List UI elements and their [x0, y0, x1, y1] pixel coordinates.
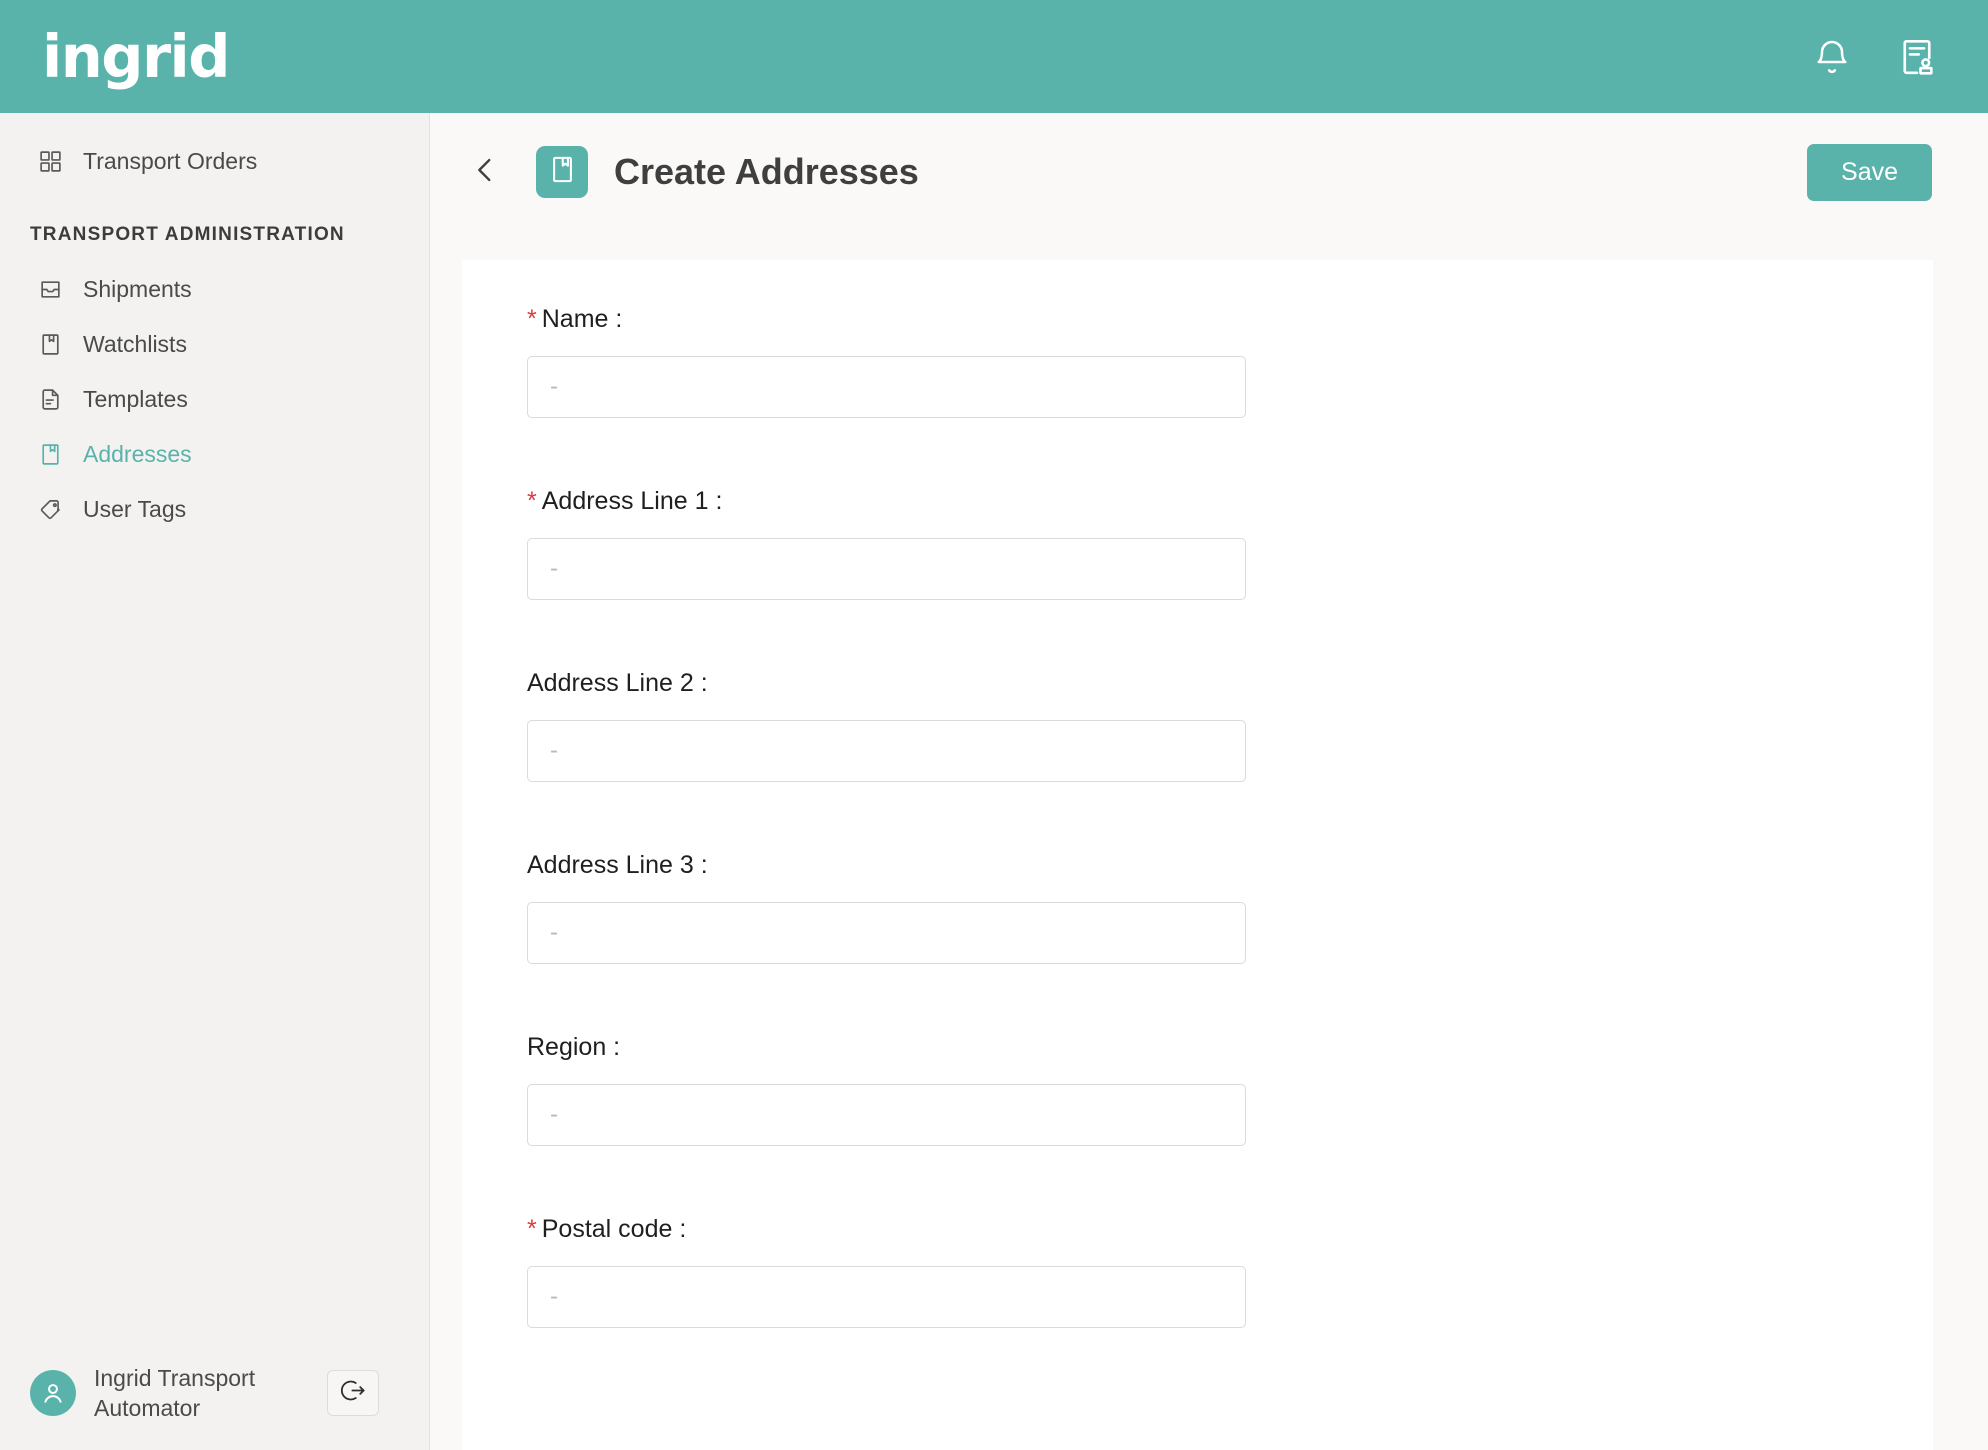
sidebar-item-label: Templates	[83, 386, 188, 412]
form-field-address-line-3: Address Line 3 :	[462, 850, 1933, 964]
address-form-card: *Name : *Address Line 1 : Address Line 2…	[462, 260, 1933, 1450]
save-button[interactable]: Save	[1807, 143, 1932, 201]
address-book-icon	[37, 442, 63, 468]
field-label: Address Line 3 :	[527, 850, 1933, 880]
sidebar-item-label: Addresses	[83, 441, 192, 467]
field-spacer	[462, 782, 1933, 850]
file-lines-icon	[37, 387, 63, 413]
main-content: Create Addresses Save *Name : *Address L…	[430, 113, 1988, 1450]
sidebar: Transport Orders TRANSPORT ADMINISTRATIO…	[0, 113, 430, 1450]
address-line-3-input[interactable]	[527, 902, 1246, 964]
form-field-region: Region :	[462, 1032, 1933, 1146]
field-spacer	[462, 1328, 1933, 1396]
app-logo[interactable]: ingrid	[42, 27, 231, 86]
field-label: * Name :	[527, 304, 1933, 334]
postal-code-input[interactable]	[527, 1266, 1246, 1328]
sidebar-section-title: TRANSPORT ADMINISTRATION	[30, 224, 345, 245]
bookmark-doc-icon	[37, 332, 63, 358]
header-actions	[1812, 36, 1938, 78]
required-marker: *	[527, 487, 537, 515]
app-body: Transport Orders TRANSPORT ADMINISTRATIO…	[0, 113, 1988, 1450]
chevron-left-icon	[468, 153, 502, 192]
field-spacer	[462, 964, 1933, 1032]
region-input[interactable]	[527, 1084, 1246, 1146]
address-book-icon	[547, 154, 578, 190]
back-button[interactable]	[458, 145, 512, 199]
field-label: Region :	[527, 1032, 1933, 1062]
field-label: Address Line 2 :	[527, 668, 1933, 698]
user-name-label: Ingrid Transport Automator	[94, 1364, 256, 1422]
page-header: Create Addresses Save	[430, 113, 1988, 231]
required-marker: *	[527, 1215, 537, 1243]
sidebar-item-shipments[interactable]: Shipments	[0, 262, 429, 317]
field-spacer	[462, 600, 1933, 668]
required-marker: *	[527, 305, 537, 333]
grid-icon	[37, 148, 63, 174]
tag-icon	[37, 497, 63, 523]
field-spacer	[462, 1146, 1933, 1214]
sidebar-item-label: Shipments	[83, 276, 192, 302]
logout-button[interactable]	[327, 1370, 379, 1417]
field-label-text: Address Line 1 :	[541, 487, 723, 515]
sidebar-item-label: Watchlists	[83, 331, 187, 357]
form-field-postal-code: * Postal code :	[462, 1214, 1933, 1328]
app-header: ingrid	[0, 0, 1988, 113]
sidebar-item-label: Transport Orders	[83, 147, 258, 174]
sidebar-user-box: Ingrid Transport Automator	[0, 1363, 430, 1424]
sidebar-item-watchlists[interactable]: Watchlists	[0, 317, 429, 372]
page-title-icon	[536, 146, 588, 198]
logout-icon	[340, 1377, 367, 1409]
field-spacer	[462, 418, 1933, 486]
sidebar-item-transport-orders[interactable]: Transport Orders	[0, 136, 429, 186]
form-field-address-line-2: Address Line 2 :	[462, 668, 1933, 782]
form-field-address-line-1: * Address Line 1 :	[462, 486, 1933, 600]
name-input[interactable]	[527, 356, 1246, 418]
address-line-2-input[interactable]	[527, 720, 1246, 782]
sidebar-item-templates[interactable]: Templates	[0, 372, 429, 427]
user-avatar-icon	[30, 1370, 76, 1417]
form-field-name: * Name :	[462, 304, 1933, 418]
inbox-icon	[37, 277, 63, 303]
field-label-text: Name :	[541, 305, 623, 333]
contract-person-icon[interactable]	[1896, 36, 1938, 78]
sidebar-admin-nav: Shipments Watchlists Templates Addresses…	[0, 262, 429, 537]
address-line-1-input[interactable]	[527, 538, 1246, 600]
sidebar-item-addresses[interactable]: Addresses	[0, 427, 429, 482]
sidebar-item-user-tags[interactable]: User Tags	[0, 482, 429, 537]
field-label: * Postal code :	[527, 1214, 1933, 1244]
bell-icon[interactable]	[1812, 37, 1852, 77]
sidebar-primary-nav: Transport Orders	[0, 113, 429, 186]
field-label: * Address Line 1 :	[527, 486, 1933, 516]
field-label-text: Address Line 2 :	[527, 669, 708, 697]
sidebar-item-label: User Tags	[83, 496, 187, 522]
field-label-text: Region :	[527, 1033, 621, 1061]
page-title: Create Addresses	[614, 151, 919, 192]
field-label-text: Address Line 3 :	[527, 851, 708, 879]
field-label-text: Postal code :	[541, 1215, 687, 1243]
